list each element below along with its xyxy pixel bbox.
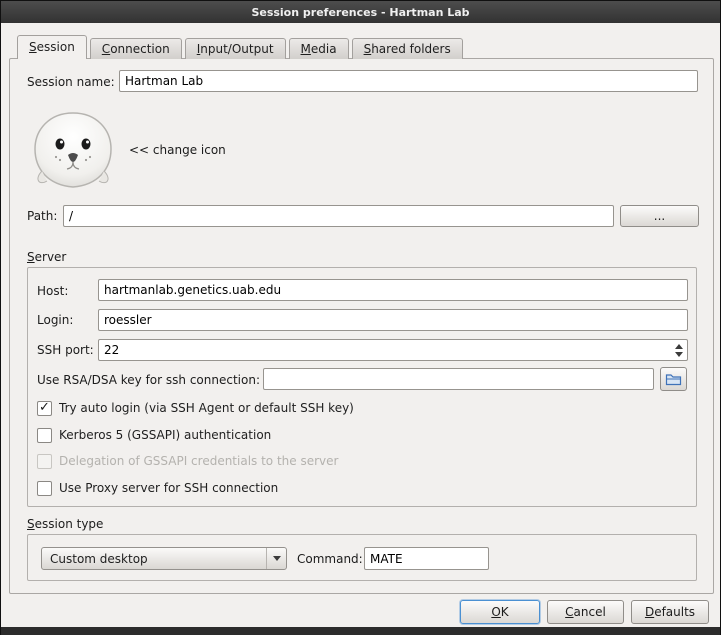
- spinner-up-icon[interactable]: [675, 344, 683, 349]
- rsa-key-input[interactable]: [263, 368, 654, 390]
- checkbox-proxy[interactable]: Use Proxy server for SSH connection: [37, 480, 278, 496]
- window-title: Session preferences - Hartman Lab: [251, 6, 469, 19]
- session-type-dropdown-value: Custom desktop: [50, 552, 148, 566]
- ssh-port-spinner: [671, 341, 686, 359]
- checkbox-label: Delegation of GSSAPI credentials to the …: [59, 454, 338, 468]
- login-label: Login:: [37, 313, 73, 328]
- checkbox-kerberos[interactable]: Kerberos 5 (GSSAPI) authentication: [37, 427, 271, 443]
- checkbox-box[interactable]: [37, 401, 52, 416]
- window-bottom-border: [1, 627, 720, 635]
- chevron-down-icon: [273, 556, 281, 561]
- tab-bar: Session Connection Input/Output Media Sh…: [17, 35, 463, 59]
- host-label: Host:: [37, 284, 68, 299]
- titlebar[interactable]: Session preferences - Hartman Lab: [1, 1, 720, 23]
- session-type-group-title: Session type: [27, 517, 103, 532]
- ssh-port-input[interactable]: [98, 339, 688, 361]
- session-preferences-dialog: Session preferences - Hartman Lab Sessio…: [0, 0, 721, 635]
- tab-session[interactable]: Session: [17, 35, 87, 59]
- session-type-dropdown[interactable]: Custom desktop: [41, 547, 287, 570]
- folder-open-icon: [665, 372, 682, 386]
- checkbox-auto-login[interactable]: Try auto login (via SSH Agent or default…: [37, 400, 354, 416]
- ssh-port-label: SSH port:: [37, 343, 94, 358]
- tab-media[interactable]: Media: [289, 38, 349, 59]
- session-name-input[interactable]: [119, 70, 698, 92]
- dropdown-arrow-zone: [266, 548, 286, 569]
- command-label: Command:: [297, 552, 363, 567]
- session-name-label: Session name:: [27, 75, 115, 90]
- rsa-key-browse-button[interactable]: [660, 367, 687, 391]
- checkbox-label[interactable]: Try auto login (via SSH Agent or default…: [59, 401, 354, 415]
- change-icon-hint: << change icon: [129, 143, 226, 158]
- defaults-button[interactable]: Defaults: [631, 600, 709, 624]
- path-label: Path:: [27, 209, 57, 224]
- session-seal-icon[interactable]: [29, 109, 117, 191]
- host-input[interactable]: [98, 279, 688, 301]
- checkbox-label[interactable]: Use Proxy server for SSH connection: [59, 481, 278, 495]
- ok-button[interactable]: OK: [460, 600, 540, 624]
- checkbox-box: [37, 454, 52, 469]
- tab-input-output[interactable]: Input/Output: [185, 38, 286, 59]
- checkbox-box[interactable]: [37, 481, 52, 496]
- seal-icon: [29, 109, 117, 191]
- tab-shared-folders[interactable]: Shared folders: [352, 38, 463, 59]
- path-input[interactable]: [63, 205, 614, 227]
- command-input[interactable]: [364, 547, 489, 570]
- checkbox-gssapi-delegation: Delegation of GSSAPI credentials to the …: [37, 453, 338, 469]
- server-group-title: Server: [27, 250, 66, 265]
- rsa-key-label: Use RSA/DSA key for ssh connection:: [37, 373, 260, 388]
- checkbox-box[interactable]: [37, 428, 52, 443]
- checkbox-label[interactable]: Kerberos 5 (GSSAPI) authentication: [59, 428, 271, 442]
- login-input[interactable]: [98, 309, 688, 331]
- path-browse-button[interactable]: ...: [620, 205, 699, 227]
- spinner-down-icon[interactable]: [675, 352, 683, 357]
- tab-connection[interactable]: Connection: [90, 38, 182, 59]
- cancel-button[interactable]: Cancel: [547, 600, 624, 624]
